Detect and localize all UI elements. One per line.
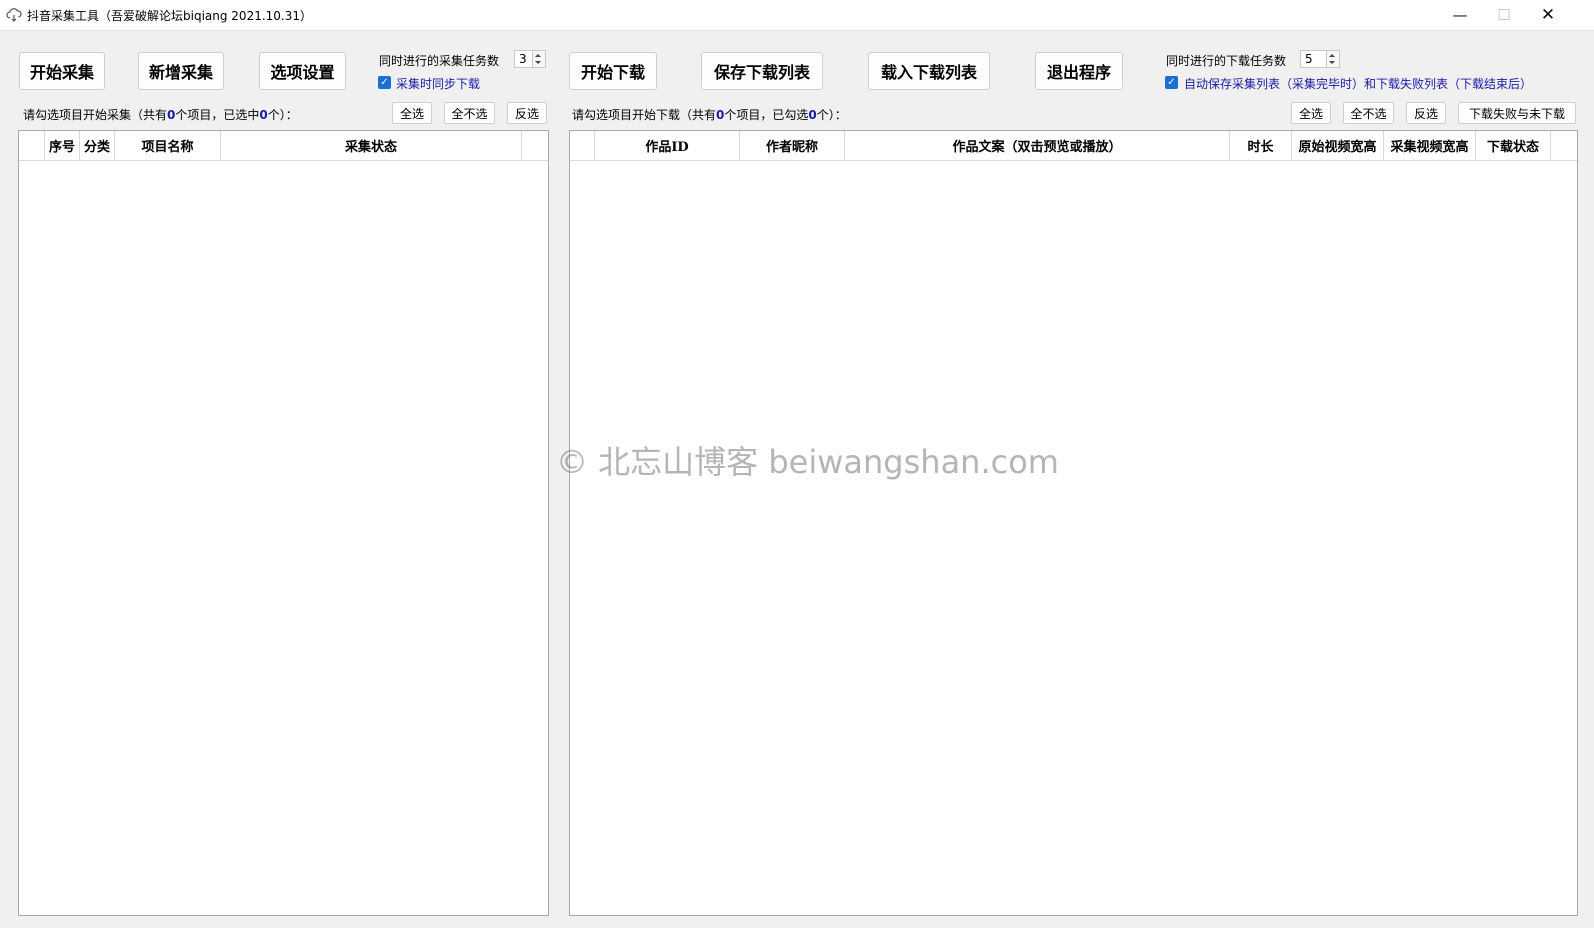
close-button[interactable]: ✕ xyxy=(1526,0,1570,30)
download-col-original-size[interactable]: 原始视频宽高 xyxy=(1292,131,1384,160)
start-collect-button[interactable]: 开始采集 xyxy=(19,52,105,90)
collect-list[interactable]: 序号 分类 项目名称 采集状态 xyxy=(18,130,549,916)
failed-undownloaded-button[interactable]: 下载失败与未下载 xyxy=(1458,102,1576,124)
collect-select-none-button[interactable]: 全不选 xyxy=(444,102,495,124)
window-title: 抖音采集工具（吾爱破解论坛biqiang 2021.10.31） xyxy=(27,9,313,23)
minimize-button[interactable]: — xyxy=(1438,0,1482,30)
download-col-caption[interactable]: 作品文案（双击预览或播放） xyxy=(845,131,1230,160)
start-download-button[interactable]: 开始下载 xyxy=(569,52,657,90)
collect-col-status[interactable]: 采集状态 xyxy=(221,131,522,160)
collect-selected-count: 0 xyxy=(259,108,268,122)
download-invert-button[interactable]: 反选 xyxy=(1406,102,1446,124)
download-select-all-button[interactable]: 全选 xyxy=(1291,102,1331,124)
download-select-none-button[interactable]: 全不选 xyxy=(1343,102,1394,124)
collect-col-check[interactable] xyxy=(19,131,45,160)
download-list-header: 作品ID 作者昵称 作品文案（双击预览或播放） 时长 原始视频宽高 采集视频宽高… xyxy=(570,131,1577,161)
checkmark-icon: ✓ xyxy=(1167,77,1176,88)
collect-concurrency-stepper[interactable]: 3 xyxy=(514,50,546,68)
download-col-check[interactable] xyxy=(570,131,595,160)
load-download-list-button[interactable]: 载入下载列表 xyxy=(868,52,990,90)
stepper-arrows-icon[interactable] xyxy=(532,51,545,67)
download-status-text: 请勾选项目开始下载（共有0个项目，已勾选0个）： xyxy=(572,108,847,122)
stepper-arrows-icon[interactable] xyxy=(1326,51,1339,67)
download-col-duration[interactable]: 时长 xyxy=(1230,131,1292,160)
close-icon: ✕ xyxy=(1540,5,1556,25)
options-button[interactable]: 选项设置 xyxy=(259,52,346,90)
download-col-collected-size[interactable]: 采集视频宽高 xyxy=(1384,131,1476,160)
sync-download-checkbox[interactable]: ✓ xyxy=(378,76,391,89)
collect-concurrency-label: 同时进行的采集任务数 xyxy=(379,54,500,68)
collect-concurrency-value: 3 xyxy=(519,52,527,66)
autosave-label: 自动保存采集列表（采集完毕时）和下载失败列表（下载结束后） xyxy=(1184,77,1533,91)
download-concurrency-stepper[interactable]: 5 xyxy=(1300,50,1340,68)
collect-select-all-button[interactable]: 全选 xyxy=(392,102,432,124)
download-col-work-id[interactable]: 作品ID xyxy=(595,131,740,160)
watermark-text: © 北忘山博客 beiwangshan.com xyxy=(556,443,1059,481)
collect-col-category[interactable]: 分类 xyxy=(80,131,115,160)
minimize-icon: — xyxy=(1452,6,1468,24)
download-col-filler xyxy=(1551,131,1577,160)
add-collect-button[interactable]: 新增采集 xyxy=(138,52,224,90)
collect-col-index[interactable]: 序号 xyxy=(45,131,80,160)
download-selected-count: 0 xyxy=(808,108,817,122)
collect-list-header: 序号 分类 项目名称 采集状态 xyxy=(19,131,548,161)
checkmark-icon: ✓ xyxy=(380,77,389,88)
maximize-button[interactable]: ☐ xyxy=(1482,0,1526,30)
title-bar: 抖音采集工具（吾爱破解论坛biqiang 2021.10.31） — ☐ ✕ xyxy=(0,0,1594,31)
exit-button[interactable]: 退出程序 xyxy=(1035,52,1123,90)
collect-col-project-name[interactable]: 项目名称 xyxy=(115,131,221,160)
download-col-author[interactable]: 作者昵称 xyxy=(740,131,845,160)
collect-status-text: 请勾选项目开始采集（共有0个项目，已选中0个）： xyxy=(23,108,298,122)
maximize-icon: ☐ xyxy=(1497,6,1511,24)
download-col-status[interactable]: 下载状态 xyxy=(1476,131,1551,160)
download-concurrency-label: 同时进行的下载任务数 xyxy=(1166,54,1287,68)
collect-invert-button[interactable]: 反选 xyxy=(507,102,547,124)
download-list[interactable]: 作品ID 作者昵称 作品文案（双击预览或播放） 时长 原始视频宽高 采集视频宽高… xyxy=(569,130,1578,916)
save-download-list-button[interactable]: 保存下载列表 xyxy=(701,52,823,90)
download-concurrency-value: 5 xyxy=(1305,52,1313,66)
sync-download-label: 采集时同步下载 xyxy=(396,77,481,91)
collect-col-filler xyxy=(522,131,548,160)
app-cloud-icon xyxy=(6,8,22,22)
autosave-checkbox[interactable]: ✓ xyxy=(1165,76,1178,89)
